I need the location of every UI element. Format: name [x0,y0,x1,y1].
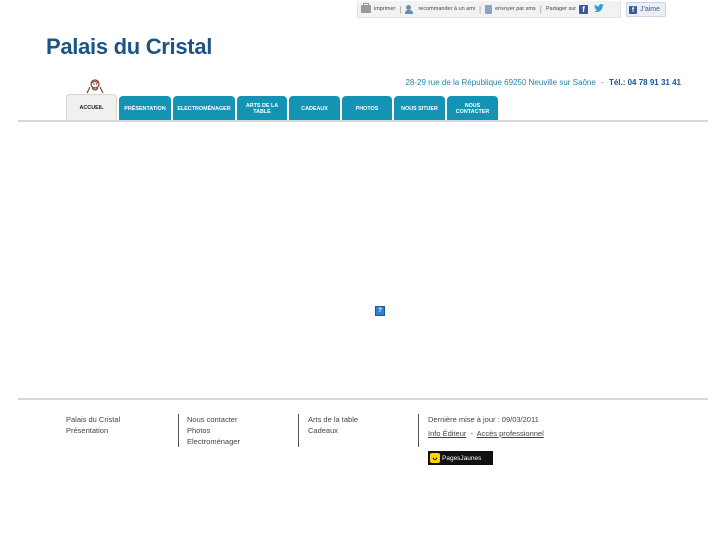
footer-col-4: Dernière mise à jour : 09/03/2011 Info É… [428,414,544,439]
footer-col-2: Nous contacter Photos Electroménager [187,414,240,447]
send-label: envoyer par sms [495,6,536,12]
missing-plugin-icon[interactable]: ? [375,306,385,316]
recommend-label: recommander à un ami [418,6,476,12]
nav-divider [18,120,708,122]
info-links-separator: - [470,429,473,438]
footer-link-electromenager[interactable]: Electroménager [187,436,240,447]
facebook-like-button[interactable]: f J'aime [626,2,666,17]
footer-info-links: Info Éditeur - Accès professionnel [428,428,544,439]
tab-nous-contacter[interactable]: NOUS CONTACTER [447,96,498,122]
footer-link-arts-table[interactable]: Arts de la table [308,414,358,425]
tab-nous-situer[interactable]: NOUS SITUER [394,96,445,122]
address-separator: - [601,78,604,87]
footer-divider [18,398,708,400]
phone-number: Tél.: 04 78 91 31 41 [608,78,681,87]
pages-jaunes-badge[interactable]: ᴗ PagesJaunes [428,451,493,465]
footer-col-1: Palais du Cristal Présentation [66,414,120,436]
address-line: 28-29 rue de la République 69250 Neuvill… [405,78,681,87]
tab-photos[interactable]: PHOTOS [342,96,392,122]
mascot-icon [86,79,104,94]
tab-electromenager[interactable]: ELECTROMÉNAGER [173,96,235,122]
pages-jaunes-label: PagesJaunes [442,454,482,462]
share-label: Partager sur [545,6,577,12]
like-label: J'aime [640,6,661,13]
acces-professionnel-link[interactable]: Accès professionnel [477,429,544,438]
last-update-text: Dernière mise à jour : 09/03/2011 [428,415,539,424]
printer-icon [361,3,371,13]
footer-col-3: Arts de la table Cadeaux [308,414,358,436]
footer-link-home[interactable]: Palais du Cristal [66,414,120,425]
address-text: 28-29 rue de la République 69250 Neuvill… [405,78,596,87]
tab-cadeaux[interactable]: CADEAUX [289,96,340,122]
twitter-share-icon[interactable] [594,4,605,14]
footer-link-contact[interactable]: Nous contacter [187,414,240,425]
facebook-icon: f [629,5,637,14]
recommend-button[interactable]: recommander à un ami [402,4,478,14]
phone-icon [485,4,493,14]
info-editeur-link[interactable]: Info Éditeur [428,429,466,438]
share-toolbar: imprimer | recommander à un ami | envoye… [357,1,621,18]
site-title[interactable]: Palais du Cristal [46,34,212,60]
facebook-share-icon[interactable]: f [579,4,589,14]
footer-separator [298,414,299,447]
print-label: imprimer [374,6,396,12]
footer-link-presentation[interactable]: Présentation [66,425,120,436]
footer-link-cadeaux[interactable]: Cadeaux [308,425,358,436]
friend-icon [405,4,415,14]
footer-separator [418,414,419,447]
pages-jaunes-logo-icon: ᴗ [430,453,440,463]
print-button[interactable]: imprimer [358,3,398,13]
main-nav: ACCUEIL PRÉSENTATION ELECTROMÉNAGER ARTS… [66,94,500,122]
tab-accueil[interactable]: ACCUEIL [66,94,117,122]
tab-arts-de-la-table[interactable]: ARTS DE LA TABLE [237,96,287,122]
send-sms-button[interactable]: envoyer par sms [482,4,539,14]
footer-separator [178,414,179,447]
footer-link-photos[interactable]: Photos [187,425,240,436]
tab-presentation[interactable]: PRÉSENTATION [119,96,171,122]
share-group: Partager sur f [543,4,607,14]
